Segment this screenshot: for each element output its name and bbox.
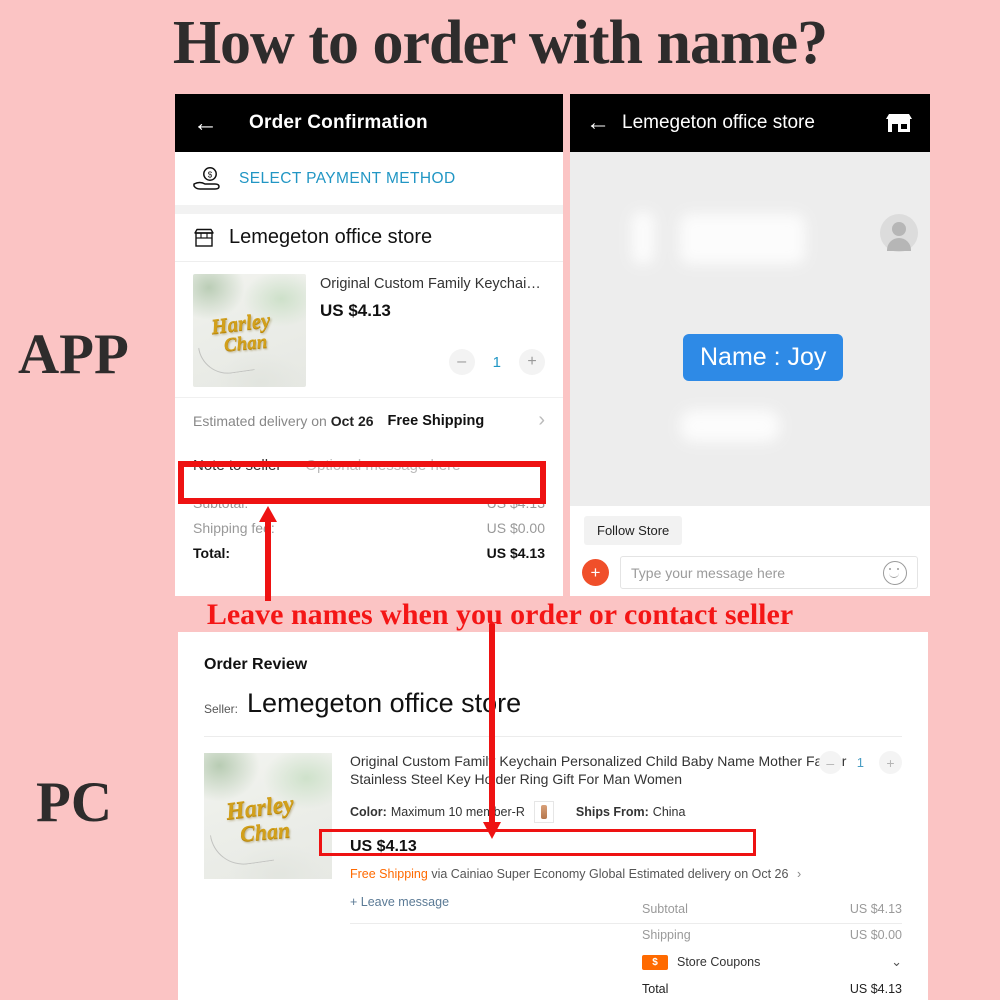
follow-store-button[interactable]: Follow Store bbox=[584, 516, 683, 545]
svg-text:$: $ bbox=[208, 170, 213, 179]
chat-message-input[interactable]: Type your message here bbox=[620, 556, 918, 589]
smiley-icon[interactable] bbox=[883, 560, 907, 585]
pc-free-shipping-label: Free Shipping bbox=[350, 867, 428, 881]
annotation-box-pc-shipping bbox=[319, 829, 756, 856]
store-icon bbox=[193, 228, 215, 248]
poster-canvas: How to order with name? APP PC ← Order C… bbox=[0, 0, 1000, 1000]
app-chat-footer: Follow Store + Type your message here bbox=[570, 506, 930, 596]
pc-shipping-line[interactable]: Free Shipping via Cainiao Super Economy … bbox=[350, 867, 902, 881]
pc-order-review-panel: Order Review Seller: Lemegeton office st… bbox=[178, 632, 928, 1000]
quantity-increase-button[interactable]: + bbox=[519, 349, 545, 375]
pc-subtotal-label: Subtotal bbox=[642, 902, 688, 916]
app-total-label: Total: bbox=[193, 545, 231, 561]
app-delivery-estimate: Estimated delivery on Oct 26 bbox=[193, 413, 374, 429]
select-payment-method-label: SELECT PAYMENT METHOD bbox=[239, 169, 456, 187]
arrow-left-icon[interactable]: ← bbox=[193, 110, 227, 136]
pc-color-label: Color: bbox=[350, 805, 387, 819]
pc-shipping-value: US $0.00 bbox=[849, 928, 902, 942]
section-label-app: APP bbox=[18, 323, 129, 386]
chat-bubble-name: Name : Joy bbox=[683, 334, 844, 381]
pc-color-value: Maximum 10 member-R bbox=[390, 805, 525, 819]
annotation-arrow-up-app bbox=[258, 506, 278, 601]
app-chat-header: ← Lemegeton office store bbox=[570, 94, 930, 152]
app-delivery-estimate-date: Oct 26 bbox=[330, 412, 374, 429]
app-product-price: US $4.13 bbox=[320, 301, 391, 320]
arrow-left-icon[interactable]: ← bbox=[586, 109, 616, 137]
pc-total-label: Total bbox=[642, 982, 669, 996]
blurred-message-2 bbox=[680, 214, 805, 264]
quantity-increase-button[interactable]: + bbox=[879, 751, 902, 774]
coupon-badge-icon: $ bbox=[642, 954, 668, 970]
pc-product-attributes: Color: Maximum 10 member-R Ships From: C… bbox=[350, 801, 902, 823]
quantity-decrease-button[interactable]: – bbox=[448, 349, 475, 375]
app-chat-title: Lemegeton office store bbox=[622, 112, 815, 133]
quantity-value: 1 bbox=[856, 755, 864, 770]
section-label-pc: PC bbox=[36, 771, 112, 834]
app-shipping-row[interactable]: Estimated delivery on Oct 26 Free Shippi… bbox=[175, 397, 563, 443]
quantity-stepper[interactable]: – 1 + bbox=[320, 349, 545, 375]
pc-shipping-label: Shipping bbox=[642, 928, 691, 942]
pc-heading: Order Review bbox=[204, 656, 308, 673]
chat-input-bar: + Type your message here bbox=[582, 556, 918, 589]
table-row: Total US $4.13 bbox=[642, 982, 902, 996]
annotation-arrow-down-pc bbox=[482, 624, 502, 839]
plus-icon[interactable]: + bbox=[582, 559, 609, 586]
table-row: Shipping US $0.00 bbox=[642, 928, 902, 942]
app-product-info: Original Custom Family Keychain ... US $… bbox=[306, 274, 545, 387]
pc-seller-name: Lemegeton office store bbox=[247, 688, 522, 718]
thumb-script-name-2: Chan bbox=[238, 816, 291, 846]
page-title: How to order with name? bbox=[172, 9, 828, 77]
app-product-row[interactable]: Harley Chan Original Custom Family Keych… bbox=[175, 262, 563, 387]
table-row: Shipping fee: US $0.00 bbox=[193, 520, 545, 536]
chevron-down-icon[interactable]: ⌄ bbox=[891, 954, 902, 970]
pc-ships-from-value: China bbox=[652, 805, 686, 819]
thumb-script-name-2: Chan bbox=[222, 330, 268, 356]
hand-money-icon: $ bbox=[193, 166, 223, 192]
select-payment-method-row[interactable]: $ SELECT PAYMENT METHOD bbox=[175, 152, 563, 214]
store-coupons-row[interactable]: $ Store Coupons ⌄ bbox=[642, 954, 902, 970]
app-shipping-fee-value: US $0.00 bbox=[486, 520, 545, 536]
app-chat-screen: ← Lemegeton office store Name : Joy Foll… bbox=[570, 94, 930, 596]
pc-shipping-estimate: Estimated delivery on Oct 26 bbox=[628, 867, 789, 881]
quantity-stepper[interactable]: – 1 + bbox=[818, 751, 902, 774]
quantity-decrease-button[interactable]: – bbox=[818, 751, 842, 774]
pc-seller-row: Seller: Lemegeton office store bbox=[204, 688, 902, 734]
pc-seller-label: Seller: bbox=[204, 702, 239, 716]
app-delivery-estimate-prefix: Estimated delivery on bbox=[193, 412, 327, 429]
app-chat-messages: Name : Joy bbox=[570, 152, 930, 506]
pc-ships-from-label: Ships From: bbox=[575, 805, 649, 819]
app-store-name: Lemegeton office store bbox=[229, 226, 433, 248]
annotation-box-note-to-seller bbox=[178, 461, 546, 504]
pc-subtotal-value: US $4.13 bbox=[849, 902, 902, 916]
pc-inner: Order Review Seller: Lemegeton office st… bbox=[178, 632, 928, 996]
product-thumbnail: Harley Chan bbox=[193, 274, 306, 387]
pc-shipping-via: via Cainiao Super Economy Global bbox=[431, 867, 626, 881]
table-row: Total: US $4.13 bbox=[193, 545, 545, 561]
table-row: Subtotal US $4.13 bbox=[642, 902, 902, 916]
app-free-shipping-label: Free Shipping bbox=[387, 412, 485, 429]
chat-message-placeholder: Type your message here bbox=[631, 564, 786, 581]
store-coupons-left: $ Store Coupons bbox=[642, 954, 760, 970]
blurred-message-3 bbox=[680, 410, 780, 442]
pc-total-value: US $4.13 bbox=[849, 982, 902, 996]
app-order-header: ← Order Confirmation bbox=[175, 94, 563, 152]
app-total-value: US $4.13 bbox=[486, 545, 545, 561]
app-product-title: Original Custom Family Keychain ... bbox=[320, 276, 545, 292]
color-swatch-icon bbox=[533, 801, 554, 823]
pc-totals: Subtotal US $4.13 Shipping US $0.00 $ St… bbox=[642, 902, 902, 1000]
quantity-value: 1 bbox=[492, 353, 501, 371]
app-order-confirmation-screen: ← Order Confirmation $ SELECT PAYMENT ME… bbox=[175, 94, 563, 596]
store-coupons-label: Store Coupons bbox=[677, 955, 761, 969]
chevron-right-icon[interactable]: › bbox=[797, 867, 801, 881]
store-icon[interactable] bbox=[884, 111, 914, 135]
blurred-message-1 bbox=[632, 212, 654, 264]
app-order-title: Order Confirmation bbox=[249, 112, 428, 133]
avatar bbox=[880, 214, 918, 252]
chevron-right-icon[interactable]: › bbox=[538, 409, 545, 432]
app-store-row[interactable]: Lemegeton office store bbox=[175, 214, 563, 262]
product-thumbnail: Harley Chan bbox=[204, 753, 332, 879]
